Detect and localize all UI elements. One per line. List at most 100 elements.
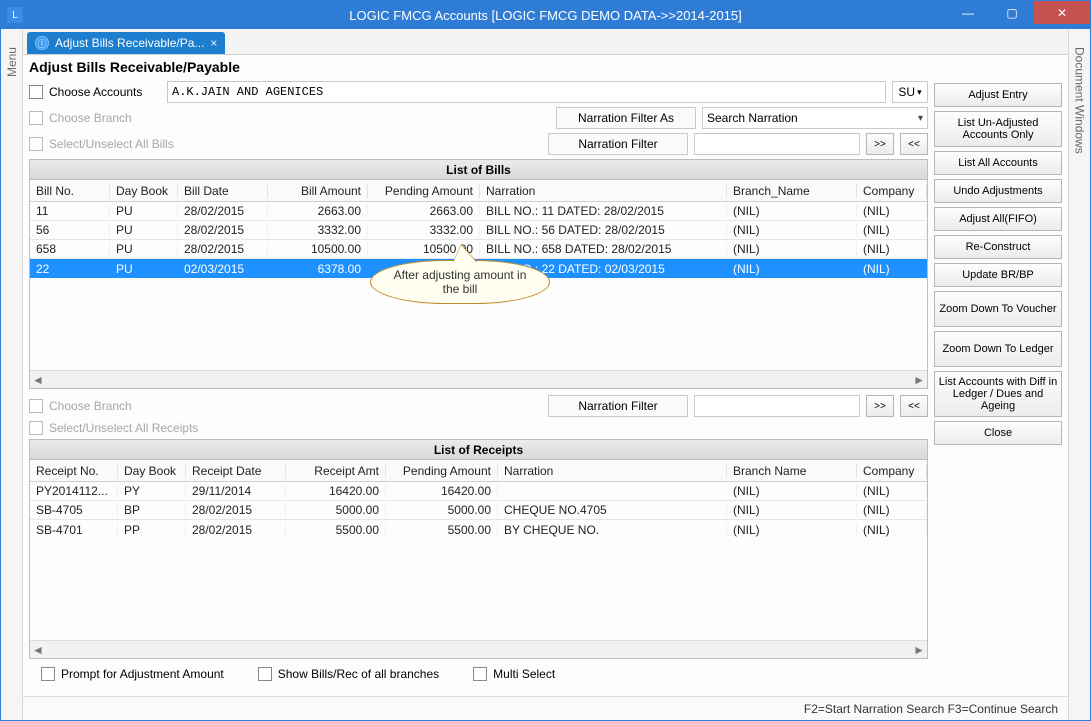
tab-close-icon[interactable]: × (210, 36, 217, 50)
tab-adjust-bills[interactable]: ⓛ Adjust Bills Receivable/Pa... × (27, 32, 225, 54)
close-button[interactable]: Close (934, 421, 1062, 445)
close-window-button[interactable]: ✕ (1034, 1, 1090, 24)
col-pending[interactable]: Pending Amount (368, 184, 480, 198)
list-all-accounts-button[interactable]: List All Accounts (934, 151, 1062, 175)
scroll-right-icon[interactable]: ► (913, 373, 925, 387)
table-row[interactable]: 11PU28/02/20152663.002663.00BILL NO.: 11… (30, 202, 927, 221)
narration-filter2-input[interactable] (694, 395, 860, 417)
window-controls: — ▢ ✕ (946, 1, 1090, 29)
app-icon: L (7, 7, 23, 23)
narration-filter-as-label: Narration Filter As (556, 107, 696, 129)
chevron-down-icon: ▾ (918, 113, 923, 124)
opt-prompt-amount[interactable]: Prompt for Adjustment Amount (41, 667, 224, 681)
table-row[interactable]: 658PU28/02/201510500.0010500.00BILL NO.:… (30, 240, 927, 259)
col-r-narration[interactable]: Narration (498, 464, 727, 478)
bills-hscroll[interactable]: ◄ ► (30, 370, 927, 388)
col-branch[interactable]: Branch_Name (727, 184, 857, 198)
opt-multi-select-checkbox[interactable] (473, 667, 487, 681)
select-all-receipts-row: Select/Unselect All Receipts (29, 421, 928, 435)
select-all-receipts-label: Select/Unselect All Receipts (49, 421, 249, 435)
narration-filter2-next-button[interactable]: >> (866, 395, 894, 417)
col-r-company[interactable]: Company (857, 464, 927, 478)
narration-filter-input[interactable] (694, 133, 860, 155)
undo-adjustments-button[interactable]: Undo Adjustments (934, 179, 1062, 203)
choose-accounts-checkbox[interactable] (29, 85, 43, 99)
opt-multi-select[interactable]: Multi Select (473, 667, 555, 681)
col-narration[interactable]: Narration (480, 184, 727, 198)
receipts-grid[interactable]: Receipt No. Day Book Receipt Date Receip… (29, 459, 928, 659)
scroll-left-icon[interactable]: ◄ (32, 373, 44, 387)
receipts-grid-body: PY2014112...PY29/11/201416420.0016420.00… (30, 482, 927, 640)
receipts-hscroll[interactable]: ◄ ► (30, 640, 927, 658)
page-title: Adjust Bills Receivable/Payable (23, 55, 1068, 81)
zoom-voucher-button[interactable]: Zoom Down To Voucher (934, 291, 1062, 327)
receipts-grid-title: List of Receipts (29, 439, 928, 459)
col-billamt[interactable]: Bill Amount (268, 184, 368, 198)
reconstruct-button[interactable]: Re-Construct (934, 235, 1062, 259)
narration-filter2-label: Narration Filter (548, 395, 688, 417)
col-billdate[interactable]: Bill Date (178, 184, 268, 198)
select-all-receipts-checkbox (29, 421, 43, 435)
choose-branch2-label: Choose Branch (49, 399, 161, 413)
table-row[interactable]: 56PU28/02/20153332.003332.00BILL NO.: 56… (30, 221, 927, 240)
footer-bar: F2=Start Narration Search F3=Continue Se… (23, 696, 1068, 720)
narration-filter2-prev-button[interactable]: << (900, 395, 928, 417)
menu-sidebar-label: Menu (5, 47, 19, 77)
client-area: Menu ⓛ Adjust Bills Receivable/Pa... × A… (1, 29, 1090, 720)
tab-label: Adjust Bills Receivable/Pa... (55, 36, 204, 50)
choose-branch-label: Choose Branch (49, 111, 161, 125)
scroll-right-icon[interactable]: ► (913, 643, 925, 657)
select-all-bills-checkbox (29, 137, 43, 151)
main-column: ⓛ Adjust Bills Receivable/Pa... × Adjust… (23, 29, 1068, 720)
selectall-and-filter-row: Select/Unselect All Bills Narration Filt… (29, 133, 928, 155)
menu-sidebar[interactable]: Menu (1, 29, 23, 720)
narration-filter-prev-button[interactable]: << (900, 133, 928, 155)
bills-grid[interactable]: Bill No. Day Book Bill Date Bill Amount … (29, 179, 928, 389)
narration-filter-as-select[interactable]: Search Narration ▾ (702, 107, 928, 129)
adjust-entry-button[interactable]: Adjust Entry (934, 83, 1062, 107)
accounts-input[interactable] (167, 81, 886, 103)
opt-show-all-branches[interactable]: Show Bills/Rec of all branches (258, 667, 439, 681)
col-billno[interactable]: Bill No. (30, 184, 110, 198)
col-recno[interactable]: Receipt No. (30, 464, 118, 478)
tab-icon: ⓛ (35, 36, 49, 50)
bills-grid-header: Bill No. Day Book Bill Date Bill Amount … (30, 180, 927, 202)
choose-accounts-row: Choose Accounts SU ▾ (29, 81, 928, 103)
titlebar[interactable]: L LOGIC FMCG Accounts [LOGIC FMCG DEMO D… (1, 1, 1090, 29)
document-windows-sidebar[interactable]: Document Windows (1068, 29, 1090, 720)
choose-branch-checkbox (29, 111, 43, 125)
list-unadjusted-button[interactable]: List Un-Adjusted Accounts Only (934, 111, 1062, 147)
choose-accounts-label: Choose Accounts (49, 85, 161, 99)
col-daybook[interactable]: Day Book (110, 184, 178, 198)
adjust-all-fifo-button[interactable]: Adjust All(FIFO) (934, 207, 1062, 231)
branch-and-filteras-row: Choose Branch Narration Filter As Search… (29, 107, 928, 129)
maximize-button[interactable]: ▢ (990, 1, 1034, 24)
minimize-button[interactable]: — (946, 1, 990, 24)
col-r-amt[interactable]: Receipt Amt (286, 464, 386, 478)
col-r-daybook[interactable]: Day Book (118, 464, 186, 478)
zoom-ledger-button[interactable]: Zoom Down To Ledger (934, 331, 1062, 367)
scroll-left-icon[interactable]: ◄ (32, 643, 44, 657)
document-windows-label: Document Windows (1073, 47, 1087, 154)
branch2-and-filter-row: Choose Branch Narration Filter >> << (29, 395, 928, 417)
options-row: Prompt for Adjustment Amount Show Bills/… (29, 659, 928, 689)
opt-show-all-branches-checkbox[interactable] (258, 667, 272, 681)
body-row: Choose Accounts SU ▾ Choose Branch Narra… (23, 81, 1068, 696)
table-row[interactable]: SB-4705BP28/02/20155000.005000.00CHEQUE … (30, 501, 927, 520)
update-brbp-button[interactable]: Update BR/BP (934, 263, 1062, 287)
opt-prompt-amount-checkbox[interactable] (41, 667, 55, 681)
app-window: L LOGIC FMCG Accounts [LOGIC FMCG DEMO D… (0, 0, 1091, 721)
bills-grid-title: List of Bills (29, 159, 928, 179)
narration-filter-label: Narration Filter (548, 133, 688, 155)
table-row[interactable]: PY2014112...PY29/11/201416420.0016420.00… (30, 482, 927, 501)
list-diff-button[interactable]: List Accounts with Diff in Ledger / Dues… (934, 371, 1062, 417)
col-r-date[interactable]: Receipt Date (186, 464, 286, 478)
col-r-branch[interactable]: Branch Name (727, 464, 857, 478)
col-company[interactable]: Company (857, 184, 927, 198)
table-row[interactable]: SB-4701PP28/02/20155500.005500.00BY CHEQ… (30, 520, 927, 539)
accounts-code[interactable]: SU ▾ (892, 81, 928, 103)
narration-filter-next-button[interactable]: >> (866, 133, 894, 155)
tabstrip: ⓛ Adjust Bills Receivable/Pa... × (23, 29, 1068, 55)
col-r-pending[interactable]: Pending Amount (386, 464, 498, 478)
left-pane: Choose Accounts SU ▾ Choose Branch Narra… (29, 81, 928, 690)
